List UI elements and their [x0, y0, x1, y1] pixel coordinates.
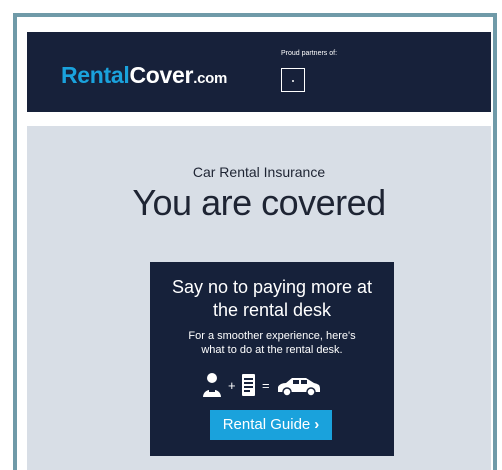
- main-content: Car Rental Insurance You are covered Say…: [27, 126, 491, 470]
- card-body-line1: For a smoother experience, here's: [188, 330, 356, 342]
- card-heading: Say no to paying more at the rental desk: [150, 276, 394, 322]
- rental-guide-button[interactable]: Rental Guide ›: [210, 410, 332, 440]
- card-heading-line2: the rental desk: [212, 300, 332, 320]
- rental-guide-label: Rental Guide: [222, 416, 311, 433]
- email-frame: RentalCover.com Proud partners of: Car R…: [13, 13, 497, 470]
- card-body: For a smoother experience, here's what t…: [162, 329, 382, 357]
- rental-desk-card: Say no to paying more at the rental desk…: [150, 262, 394, 456]
- person-icon: [203, 373, 221, 397]
- person-plus-document-equals-car: + =: [202, 371, 342, 399]
- plus-symbol: +: [228, 378, 236, 393]
- card-body-line2: what to do at the rental desk.: [201, 344, 343, 356]
- page-title: You are covered: [132, 182, 386, 223]
- header-banner: RentalCover.com Proud partners of:: [27, 32, 491, 112]
- chevron-right-icon: ›: [314, 416, 320, 433]
- partner-logo-dot: [292, 80, 294, 82]
- rentalcover-logo[interactable]: RentalCover.com: [61, 62, 227, 89]
- car-icon: [278, 378, 320, 397]
- partners-label: Proud partners of:: [281, 50, 338, 57]
- logo-text-domain: .com: [193, 70, 228, 87]
- partner-logo[interactable]: [281, 68, 305, 92]
- page-subtitle: Car Rental Insurance: [192, 164, 326, 180]
- logo-text-rental: Rental: [61, 62, 130, 88]
- logo-text-cover: Cover: [129, 62, 194, 88]
- document-icon: [242, 374, 255, 396]
- equals-symbol: =: [262, 378, 270, 393]
- card-heading-line1: Say no to paying more at: [171, 277, 373, 297]
